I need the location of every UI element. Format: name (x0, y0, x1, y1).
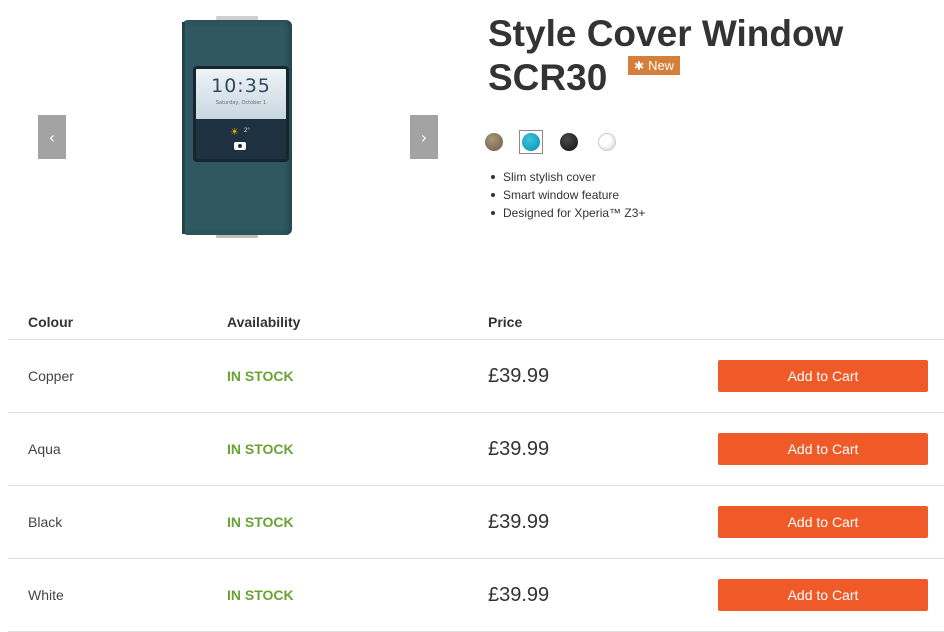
swatch-black[interactable] (559, 132, 579, 152)
gallery-next-button[interactable]: › (410, 115, 438, 159)
feature-item: Slim stylish cover (490, 168, 645, 186)
add-to-cart-button[interactable]: Add to Cart (718, 579, 928, 611)
row-price: £39.99 (488, 510, 550, 533)
row-colour: White (28, 587, 64, 603)
swatch-aqua-dot (522, 133, 540, 151)
product-title-line2: SCR30 (488, 57, 608, 98)
sun-icon: ☀ (230, 127, 239, 138)
row-colour: Black (28, 514, 63, 530)
swatch-copper-dot (485, 133, 503, 151)
header-availability: Availability (227, 314, 301, 330)
row-colour: Aqua (28, 441, 61, 457)
swatch-aqua[interactable] (519, 130, 543, 154)
feature-item: Designed for Xperia™ Z3+ (490, 206, 646, 220)
screen-date: Saturday, October 1 (215, 100, 267, 106)
chevron-right-icon: › (420, 127, 428, 147)
row-price: £39.99 (488, 364, 550, 387)
cover-spine (182, 22, 185, 234)
swatch-black-dot (560, 133, 578, 151)
row-availability: IN STOCK (227, 441, 294, 457)
cover-window-screen: 10:35 Saturday, October 1 ☀ 2° (193, 66, 289, 162)
feature-item: Smart window feature (490, 186, 645, 204)
add-to-cart-button[interactable]: Add to Cart (718, 360, 928, 392)
swatch-white[interactable] (597, 132, 617, 152)
star-icon: ✱ (634, 59, 645, 73)
new-badge-label: New (648, 58, 675, 73)
chevron-left-icon: ‹ (48, 127, 56, 147)
row-availability: IN STOCK (227, 514, 294, 530)
table-row: White IN STOCK £39.99 Add to Cart (8, 559, 944, 632)
camera-icon (234, 142, 246, 150)
table-header: Colour Availability Price (8, 306, 944, 340)
header-colour: Colour (28, 314, 74, 330)
phone-bottom-edge (216, 235, 258, 238)
screen-clock: 10:35 (211, 75, 271, 97)
product-title-line1: Style Cover Window (488, 13, 844, 54)
colour-swatches (484, 130, 635, 154)
table-row: Copper IN STOCK £39.99 Add to Cart (8, 340, 944, 413)
row-price: £39.99 (488, 437, 550, 460)
row-availability: IN STOCK (227, 587, 294, 603)
variants-table: Colour Availability Price Copper IN STOC… (8, 306, 944, 632)
table-row: Aqua IN STOCK £39.99 Add to Cart (8, 413, 944, 486)
swatch-copper[interactable] (484, 132, 504, 152)
gallery-prev-button[interactable]: ‹ (38, 115, 66, 159)
row-availability: IN STOCK (227, 368, 294, 384)
product-image: 10:35 Saturday, October 1 ☀ 2° (180, 16, 294, 238)
product-title: Style Cover Window SCR30 (488, 12, 928, 100)
screen-temperature: 2° (244, 128, 250, 134)
new-badge: ✱ New (628, 56, 681, 75)
add-to-cart-button[interactable]: Add to Cart (718, 506, 928, 538)
table-row: Black IN STOCK £39.99 Add to Cart (8, 486, 944, 559)
feature-list: Slim stylish cover Smart window feature … (490, 168, 646, 222)
row-colour: Copper (28, 368, 74, 384)
add-to-cart-button[interactable]: Add to Cart (718, 433, 928, 465)
header-price: Price (488, 314, 523, 330)
row-price: £39.99 (488, 583, 550, 606)
swatch-white-dot (598, 133, 616, 151)
